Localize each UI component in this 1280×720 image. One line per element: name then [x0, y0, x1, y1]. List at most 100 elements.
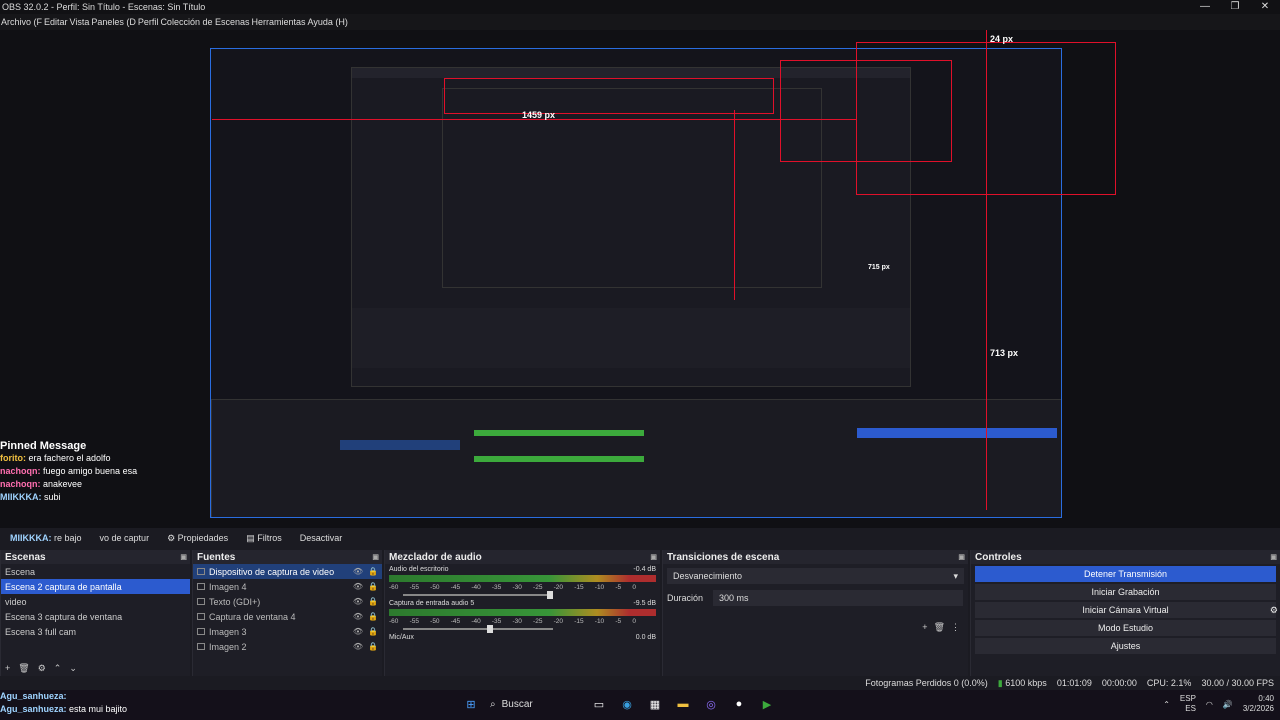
undock-icon[interactable]: ▣ — [372, 553, 379, 561]
add-scene-icon[interactable]: + — [5, 663, 10, 674]
language-indicator[interactable]: ESP ES — [1180, 694, 1196, 714]
move-up-icon[interactable]: ⌃ — [54, 663, 62, 674]
source-toolbar: MIIKKKA: re bajo vo de captur ⚙ Propieda… — [0, 528, 1280, 548]
maximize-button[interactable]: ❐ — [1220, 0, 1250, 14]
source-item[interactable]: Imagen 4 👁 🔒 — [193, 579, 382, 594]
scenes-footer: + 🗑 ⚙ ⌃ ⌄ — [5, 663, 77, 674]
menu-paneles[interactable]: Paneles (D — [90, 17, 137, 27]
image-icon — [197, 583, 205, 590]
menu-herramientas[interactable]: Herramientas — [251, 17, 307, 27]
scene-item[interactable]: Escena 3 full cam — [1, 624, 190, 639]
menu-vista[interactable]: Vista — [69, 17, 91, 27]
preview-area[interactable]: 24 px 1459 px 713 px 715 px Pinned Messa… — [0, 30, 1280, 528]
wifi-icon[interactable]: ◠ — [1206, 700, 1213, 709]
visibility-icon[interactable]: 👁 — [353, 627, 363, 636]
menu-perfil[interactable]: Perfil — [137, 17, 160, 27]
taskbar-search[interactable]: ⌕ Buscar — [490, 694, 580, 714]
add-transition-icon[interactable]: + — [922, 622, 927, 633]
scene-item[interactable]: Escena — [1, 564, 190, 579]
visibility-icon[interactable]: 👁 — [353, 582, 363, 591]
remove-transition-icon[interactable]: 🗑 — [934, 622, 945, 633]
duration-row: Duración 300 ms — [663, 588, 968, 608]
volume-slider[interactable] — [403, 591, 553, 599]
window-controls: — ❐ ✕ — [1190, 0, 1280, 14]
nested-preview-inner — [442, 88, 822, 288]
undock-icon[interactable]: ▣ — [650, 553, 657, 561]
source-item[interactable]: Imagen 3 👁 🔒 — [193, 624, 382, 639]
more-options-icon[interactable]: ⋮ — [951, 622, 960, 633]
nested-docks — [211, 399, 1061, 517]
scene-item-selected[interactable]: Escena 2 captura de pantalla — [1, 579, 190, 594]
docks-area: MIIKKKA: re bajo vo de captur ⚙ Propieda… — [0, 528, 1280, 676]
deactivate-button[interactable]: Desactivar — [294, 531, 349, 545]
studio-mode-button[interactable]: Modo Estudio — [975, 620, 1276, 636]
transition-select[interactable]: Desvanecimiento ▾ — [667, 568, 964, 584]
chat-line: Agu_sanhueza: esta mui bajito — [0, 704, 128, 714]
volume-slider[interactable] — [403, 625, 553, 633]
stop-stream-button[interactable]: Detener Transmisión — [975, 566, 1276, 582]
menu-coleccion[interactable]: Colección de Escenas — [159, 17, 250, 27]
text-icon — [197, 598, 205, 605]
play-icon[interactable]: ▶ — [758, 695, 776, 713]
task-view-icon[interactable]: ▭ — [590, 695, 608, 713]
gear-icon[interactable]: ⚙ — [1270, 605, 1278, 616]
scene-item[interactable]: video — [1, 594, 190, 609]
source-item[interactable]: Dispositivo de captura de video 👁 🔒 — [193, 564, 382, 579]
properties-button[interactable]: ⚙ Propiedades — [161, 531, 234, 546]
visibility-icon[interactable]: 👁 — [353, 612, 363, 621]
windows-start-icon[interactable]: ⊞ — [462, 695, 480, 713]
pinned-message: Pinned Message — [0, 440, 87, 452]
bitrate: ▮ 6100 kbps — [997, 677, 1047, 688]
source-item[interactable]: Captura de ventana 4 👁 🔒 — [193, 609, 382, 624]
volume-icon[interactable]: 🔊 — [1223, 700, 1233, 709]
lock-icon[interactable]: 🔒 — [368, 627, 378, 636]
discord-icon[interactable]: ◎ — [702, 695, 720, 713]
start-record-button[interactable]: Iniciar Grabación — [975, 584, 1276, 600]
filters-button[interactable]: ▤ Filtros — [240, 531, 288, 546]
menu-ayuda[interactable]: Ayuda (H) — [307, 17, 349, 27]
virtual-camera-button[interactable]: Iniciar Cámara Virtual ⚙ — [975, 602, 1278, 618]
source-item[interactable]: Texto (GDI+) 👁 🔒 — [193, 594, 382, 609]
guide-label-715: 715 px — [868, 264, 890, 271]
duration-input[interactable]: 300 ms — [713, 590, 964, 606]
undock-icon[interactable]: ▣ — [958, 553, 965, 561]
obs-icon[interactable]: ● — [730, 695, 748, 713]
scene-item[interactable]: Escena 3 captura de ventana — [1, 609, 190, 624]
chevron-up-icon[interactable]: ⌃ — [1163, 700, 1170, 709]
menu-editar[interactable]: Editar — [43, 17, 69, 27]
chat-overlay: Pinned Message forito: era fachero el ad… — [0, 440, 200, 504]
lock-icon[interactable]: 🔒 — [368, 567, 378, 576]
guide-label-1459: 1459 px — [522, 110, 556, 120]
cpu-usage: CPU: 2.1% — [1146, 678, 1192, 688]
scene-filter-icon[interactable]: ⚙ — [38, 663, 46, 674]
chat-line: nachoqn: fuego amigo buena esa — [0, 466, 138, 476]
move-down-icon[interactable]: ⌄ — [69, 663, 77, 674]
sources-panel: Fuentes ▣ Dispositivo de captura de video… — [192, 550, 382, 676]
minimize-button[interactable]: — — [1190, 0, 1220, 14]
image-icon — [197, 628, 205, 635]
window-icon — [197, 613, 205, 620]
folder-icon[interactable]: ▬ — [674, 695, 692, 713]
remove-scene-icon[interactable]: 🗑 — [18, 663, 29, 674]
undock-icon[interactable]: ▣ — [1270, 553, 1277, 561]
visibility-icon[interactable]: 👁 — [353, 567, 363, 576]
menu-archivo[interactable]: Archivo (F — [0, 17, 43, 27]
visibility-icon[interactable]: 👁 — [353, 642, 363, 651]
lock-icon[interactable]: 🔒 — [368, 612, 378, 621]
settings-button[interactable]: Ajustes — [975, 638, 1276, 654]
lock-icon[interactable]: 🔒 — [368, 597, 378, 606]
record-time: 00:00:00 — [1101, 678, 1137, 688]
image-icon — [197, 643, 205, 650]
lock-icon[interactable]: 🔒 — [368, 642, 378, 651]
edge-icon[interactable]: ◉ — [618, 695, 636, 713]
undock-icon[interactable]: ▣ — [180, 553, 187, 561]
close-button[interactable]: ✕ — [1250, 0, 1280, 14]
window-title: OBS 32.0.2 - Perfil: Sin Título - Escena… — [2, 2, 206, 12]
visibility-icon[interactable]: 👁 — [353, 597, 363, 606]
capture-device-button[interactable]: vo de captur — [94, 531, 156, 545]
lock-icon[interactable]: 🔒 — [368, 582, 378, 591]
store-icon[interactable]: ▦ — [646, 695, 664, 713]
clock[interactable]: 0:40 3/2/2026 — [1243, 694, 1274, 714]
chat-line: MIIKKKA: re bajo — [10, 533, 82, 543]
source-item[interactable]: Imagen 2 👁 🔒 — [193, 639, 382, 654]
